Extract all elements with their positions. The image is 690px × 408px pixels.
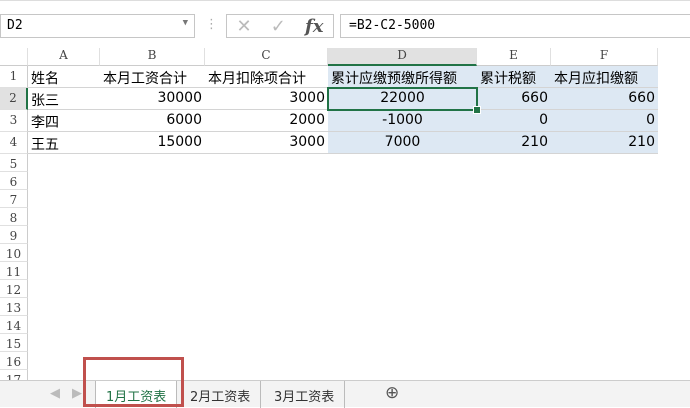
table-cell[interactable]: 660 xyxy=(551,88,658,110)
column-header[interactable]: F xyxy=(551,48,658,66)
table-cell[interactable]: 张三 xyxy=(28,88,100,110)
check-icon[interactable]: ✓ xyxy=(271,16,286,37)
table-cell[interactable]: 2000 xyxy=(205,110,328,132)
row-header[interactable]: 11 xyxy=(0,262,28,280)
table-cell[interactable]: 累计应缴预缴所得额 xyxy=(328,66,477,88)
add-sheet-icon[interactable]: ⊕ xyxy=(375,381,409,408)
table-cell[interactable]: -1000 xyxy=(328,110,477,132)
table-cell[interactable]: 3000 xyxy=(205,88,328,110)
table-cell[interactable]: 王五 xyxy=(28,132,100,154)
row-header[interactable]: 10 xyxy=(0,244,28,262)
table-cell[interactable]: 7000 xyxy=(328,132,477,154)
table-cell[interactable]: 累计税额 xyxy=(477,66,551,88)
chevron-down-icon[interactable]: ▼ xyxy=(183,18,188,28)
table-cell[interactable]: 30000 xyxy=(100,88,205,110)
highlight-box xyxy=(83,357,184,407)
table-cell[interactable]: 660 xyxy=(477,88,551,110)
row-header[interactable]: 6 xyxy=(0,172,28,190)
table-cell[interactable]: 0 xyxy=(477,110,551,132)
table-cell[interactable]: 本月应扣缴额 xyxy=(551,66,658,88)
column-header[interactable]: D xyxy=(328,48,477,66)
selected-cell-d2 xyxy=(327,87,481,114)
row-header[interactable]: 13 xyxy=(0,298,28,316)
row-header[interactable]: 16 xyxy=(0,352,28,370)
row-header[interactable]: 14 xyxy=(0,316,28,334)
table-cell[interactable]: 15000 xyxy=(100,132,205,154)
column-header[interactable]: C xyxy=(205,48,328,66)
table-cell[interactable]: 姓名 xyxy=(28,66,100,88)
row-header[interactable]: 15 xyxy=(0,334,28,352)
name-box-value: D2 xyxy=(7,18,23,33)
formula-input[interactable]: =B2-C2-5000 xyxy=(340,14,690,38)
table-cell[interactable]: 本月工资合计 xyxy=(100,66,205,88)
row-header[interactable]: 12 xyxy=(0,280,28,298)
formula-bar: D2 ▼ ⋮ ✕ ✓ fx =B2-C2-5000 xyxy=(0,0,690,46)
row-header[interactable]: 1 xyxy=(0,66,28,88)
table-cell[interactable]: 0 xyxy=(551,110,658,132)
column-header[interactable]: B xyxy=(100,48,205,66)
formula-buttons: ✕ ✓ fx xyxy=(226,14,334,38)
column-header[interactable]: A xyxy=(28,48,100,66)
row-header[interactable]: 8 xyxy=(0,208,28,226)
more-icon: ⋮ xyxy=(205,17,218,32)
table-cell[interactable]: 6000 xyxy=(100,110,205,132)
select-all-corner[interactable] xyxy=(0,48,28,66)
name-box[interactable]: D2 ▼ xyxy=(0,14,195,38)
row-header[interactable]: 4 xyxy=(0,132,28,154)
table-cell[interactable]: 210 xyxy=(477,132,551,154)
table-cell[interactable]: 3000 xyxy=(205,132,328,154)
fx-icon[interactable]: fx xyxy=(305,16,323,37)
row-header[interactable]: 2 xyxy=(0,88,28,110)
table-cell[interactable]: 李四 xyxy=(28,110,100,132)
tab-sheet-3[interactable]: 3月工资表 xyxy=(264,381,346,408)
table-cell[interactable]: 本月扣除项合计 xyxy=(205,66,328,88)
row-header[interactable]: 9 xyxy=(0,226,28,244)
row-header[interactable]: 5 xyxy=(0,154,28,172)
row-header[interactable]: 3 xyxy=(0,110,28,132)
column-header[interactable]: E xyxy=(477,48,551,66)
row-header[interactable]: 7 xyxy=(0,190,28,208)
cancel-icon[interactable]: ✕ xyxy=(237,16,252,37)
table-cell[interactable]: 210 xyxy=(551,132,658,154)
tab-sheet-2[interactable]: 2月工资表 xyxy=(180,381,262,408)
